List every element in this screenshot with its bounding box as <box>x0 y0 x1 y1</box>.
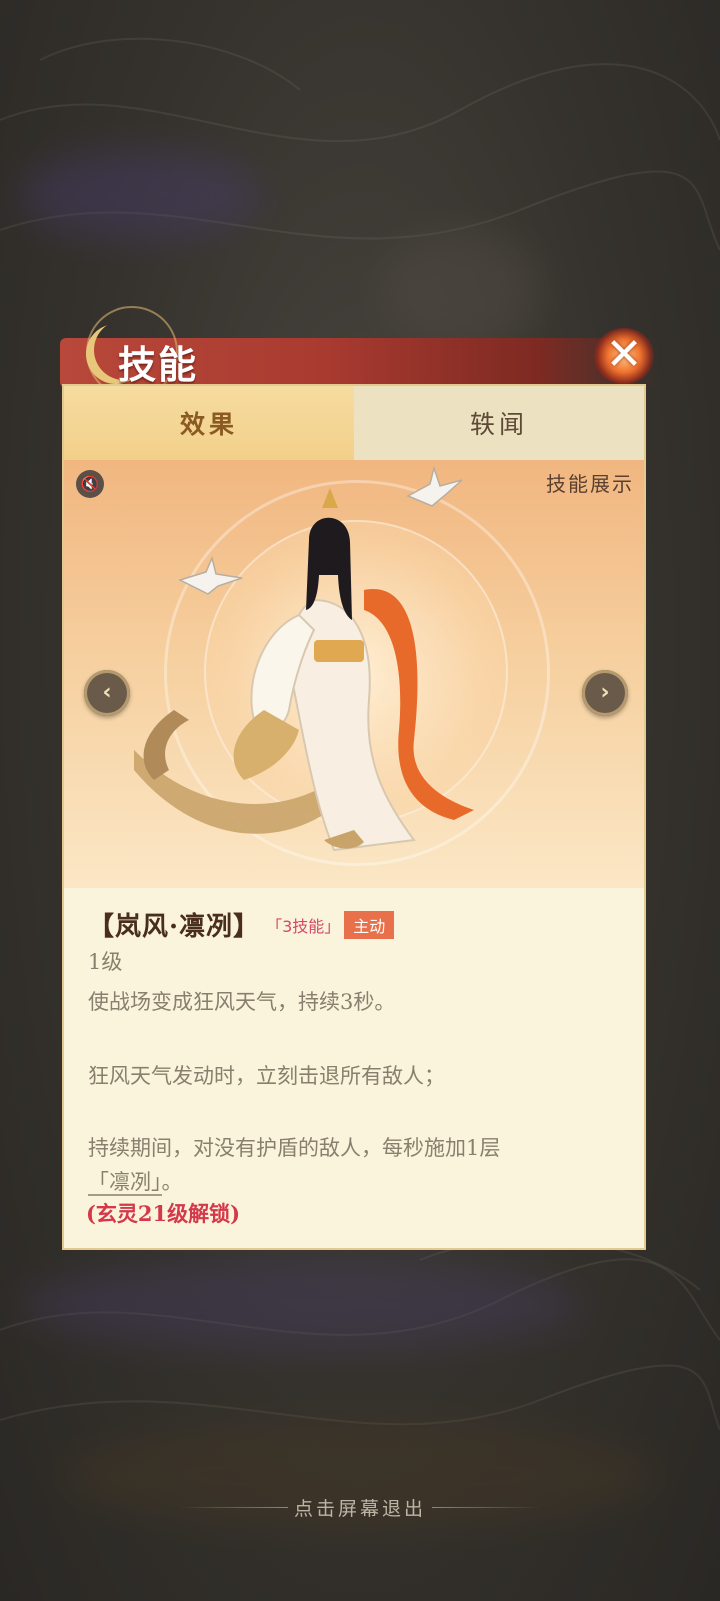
skill-keyword-line: 「凛冽」。 <box>88 1166 183 1196</box>
prev-skill-button[interactable]: ‹ <box>84 670 130 716</box>
skill-panel: 效果 轶闻 🔇 技能展示 ‹ › 【岚风·凛冽】 「3技能」 主动 1级 使战场… <box>64 386 644 1248</box>
skill-desc-line: 持续期间，对没有护盾的敌人，每秒施加1层 <box>88 1136 501 1160</box>
chevron-right-icon: › <box>600 680 610 705</box>
background-blob <box>20 150 260 240</box>
mute-icon[interactable]: 🔇 <box>76 470 104 498</box>
keyword-suffix: 。 <box>161 1170 183 1194</box>
character-figure <box>134 488 474 852</box>
background-blob <box>380 230 540 350</box>
background-blob <box>20 1260 580 1350</box>
close-icon: ✕ <box>605 329 643 380</box>
skill-desc-line: 使战场变成狂风天气，持续3秒。 <box>88 990 396 1014</box>
close-button[interactable]: ✕ <box>594 328 654 384</box>
chevron-left-icon: ‹ <box>102 680 112 705</box>
paper-crane-icon <box>178 556 243 595</box>
skill-type-badge: 主动 <box>344 910 395 939</box>
skill-slot-tag: 「3技能」 <box>266 916 341 936</box>
skill-name: 【岚风·凛冽】 <box>88 912 261 942</box>
skill-showcase: 🔇 技能展示 ‹ › <box>64 460 644 888</box>
tab-effect[interactable]: 效果 <box>64 386 354 460</box>
exit-hint[interactable]: 点击屏幕退出 <box>0 1494 720 1521</box>
keyword-link[interactable]: 「凛冽」 <box>88 1170 162 1196</box>
tab-bar: 效果 轶闻 <box>64 386 644 460</box>
skill-desc-line: 狂风天气发动时，立刻击退所有敌人； <box>88 1064 445 1088</box>
tab-lore[interactable]: 轶闻 <box>354 386 644 460</box>
skill-level: 1级 <box>88 950 123 974</box>
unlock-requirement: (玄灵21级解锁) <box>86 1201 241 1226</box>
skill-showcase-label[interactable]: 技能展示 <box>546 468 634 497</box>
page-title: 技能 <box>118 342 199 387</box>
next-skill-button[interactable]: › <box>582 670 628 716</box>
paper-crane-icon <box>406 466 463 507</box>
skill-description: 【岚风·凛冽】 「3技能」 主动 1级 使战场变成狂风天气，持续3秒。 狂风天气… <box>64 888 644 1248</box>
skill-title-row: 【岚风·凛冽】 「3技能」 主动 <box>88 906 395 943</box>
